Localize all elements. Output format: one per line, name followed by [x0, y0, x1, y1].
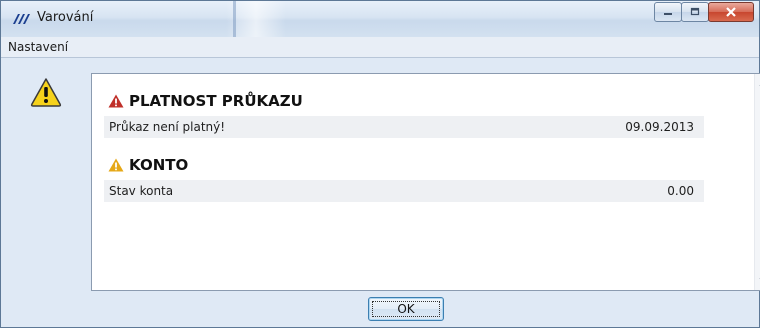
- close-icon: [726, 7, 736, 17]
- list-item: Stav konta 0.00: [104, 180, 704, 202]
- row-label: Stav konta: [109, 184, 174, 198]
- section-title-text: KONTO: [129, 156, 189, 174]
- warning-icon: [30, 78, 62, 107]
- menu-item-nastaveni[interactable]: Nastavení: [8, 40, 68, 54]
- alert-window: Varování Nastavení PLATNOST PRŮKAZU Průk…: [0, 0, 760, 328]
- vertical-scrollbar[interactable]: [754, 74, 760, 290]
- row-label: Průkaz není platný!: [109, 120, 226, 134]
- title-bar-divider: [233, 1, 236, 37]
- ok-button[interactable]: OK: [368, 297, 444, 321]
- section-title-text: PLATNOST PRŮKAZU: [129, 92, 303, 110]
- app-logo-icon: [13, 14, 30, 24]
- maximize-icon: [690, 7, 700, 16]
- warning-yellow-icon: [108, 158, 124, 172]
- dialog-content: PLATNOST PRŮKAZU Průkaz není platný! 09.…: [1, 58, 760, 327]
- window-title: Varování: [37, 10, 94, 25]
- close-button[interactable]: [708, 2, 754, 22]
- title-bar[interactable]: Varování: [1, 1, 759, 37]
- menu-bar: Nastavení: [1, 37, 759, 58]
- minimize-button[interactable]: [654, 2, 682, 22]
- caption-buttons: [654, 2, 754, 22]
- section-konto: KONTO: [108, 156, 188, 174]
- focus-rectangle: [372, 301, 440, 317]
- row-value: 0.00: [667, 184, 694, 198]
- list-item: Průkaz není platný! 09.09.2013: [104, 116, 704, 138]
- maximize-button[interactable]: [681, 2, 709, 22]
- warning-red-icon: [108, 94, 124, 108]
- messages-panel: PLATNOST PRŮKAZU Průkaz není platný! 09.…: [91, 73, 760, 291]
- section-platnost-prukazu: PLATNOST PRŮKAZU: [108, 92, 303, 110]
- row-value: 09.09.2013: [625, 120, 694, 134]
- minimize-icon: [664, 13, 672, 15]
